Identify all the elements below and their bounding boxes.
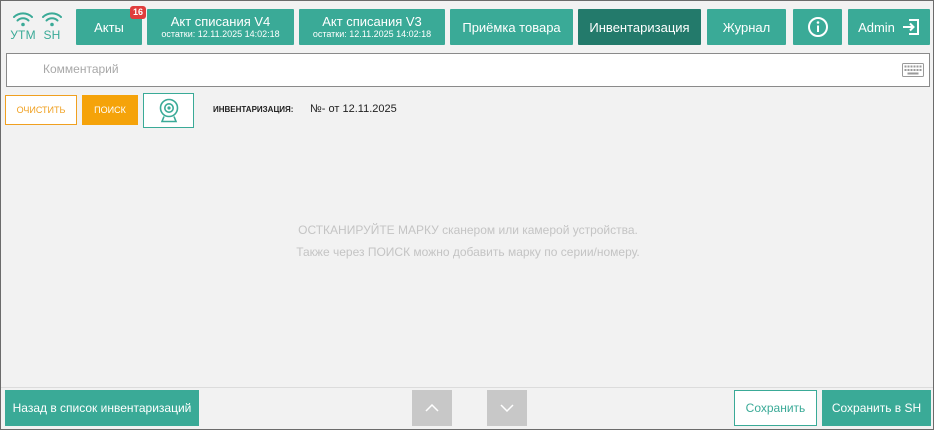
clear-button[interactable]: ОЧИСТИТЬ (5, 95, 77, 125)
wifi-icon (42, 12, 62, 27)
chevron-down-icon (500, 404, 514, 412)
inventory-number-date: №- от 12.11.2025 (310, 103, 397, 115)
camera-button[interactable] (143, 93, 194, 128)
utm-label: УТМ (10, 28, 36, 42)
comment-input[interactable] (43, 62, 863, 76)
inventory-label: ИНВЕНТАРИЗАЦИЯ: (213, 105, 294, 114)
logout-icon (902, 19, 919, 35)
tab-act-writeoff-v4[interactable]: Акт списания V4 остатки: 12.11.2025 14:0… (147, 9, 294, 45)
save-button[interactable]: Сохранить (734, 390, 817, 426)
webcam-icon (159, 98, 178, 122)
chevron-up-icon (425, 404, 439, 412)
scan-hint-line2: Также через ПОИСК можно добавить марку п… (296, 245, 640, 259)
scan-hint: ОСТКАНИРУЙТЕ МАРКУ сканером или камерой … (1, 219, 934, 263)
scan-hint-line1: ОСТКАНИРУЙТЕ МАРКУ сканером или камерой … (298, 223, 638, 237)
tab-inventory-label: Инвентаризация (589, 19, 690, 35)
footer-divider (1, 387, 933, 388)
admin-label: Admin (858, 19, 895, 35)
tab-act-v3-label: Акт списания V3 (322, 14, 422, 29)
info-button[interactable] (793, 9, 842, 45)
tab-acts-label: Акты (94, 19, 124, 35)
tab-act-v4-label: Акт списания V4 (170, 14, 271, 29)
acts-count-badge: 16 (130, 6, 147, 19)
scroll-down-button[interactable] (487, 390, 527, 426)
tab-receipt-label: Приёмка товара (462, 19, 561, 35)
tab-inventory[interactable]: Инвентаризация (578, 9, 701, 45)
keyboard-icon[interactable] (902, 63, 924, 77)
scroll-up-button[interactable] (412, 390, 452, 426)
tab-receipt[interactable]: Приёмка товара (450, 9, 573, 45)
tab-journal-label: Журнал (722, 19, 771, 35)
tab-act-v3-sub: остатки: 12.11.2025 14:02:18 (312, 29, 432, 39)
tab-act-v4-sub: остатки: 12.11.2025 14:02:18 (161, 29, 280, 39)
comment-field-box (6, 53, 930, 87)
utm-status: УТМ (10, 11, 36, 42)
save-to-sh-button[interactable]: Сохранить в SH (822, 390, 931, 426)
sh-status: SH (39, 11, 65, 42)
info-icon (807, 17, 828, 37)
sh-label: SH (43, 28, 61, 42)
wifi-icon (13, 12, 33, 27)
admin-logout-button[interactable]: Admin (848, 9, 930, 45)
tab-act-writeoff-v3[interactable]: Акт списания V3 остатки: 12.11.2025 14:0… (299, 9, 445, 45)
tab-journal[interactable]: Журнал (707, 9, 786, 45)
search-button[interactable]: ПОИСК (82, 95, 138, 125)
back-to-inventory-list-button[interactable]: Назад в список инвентаризаций (5, 390, 199, 426)
